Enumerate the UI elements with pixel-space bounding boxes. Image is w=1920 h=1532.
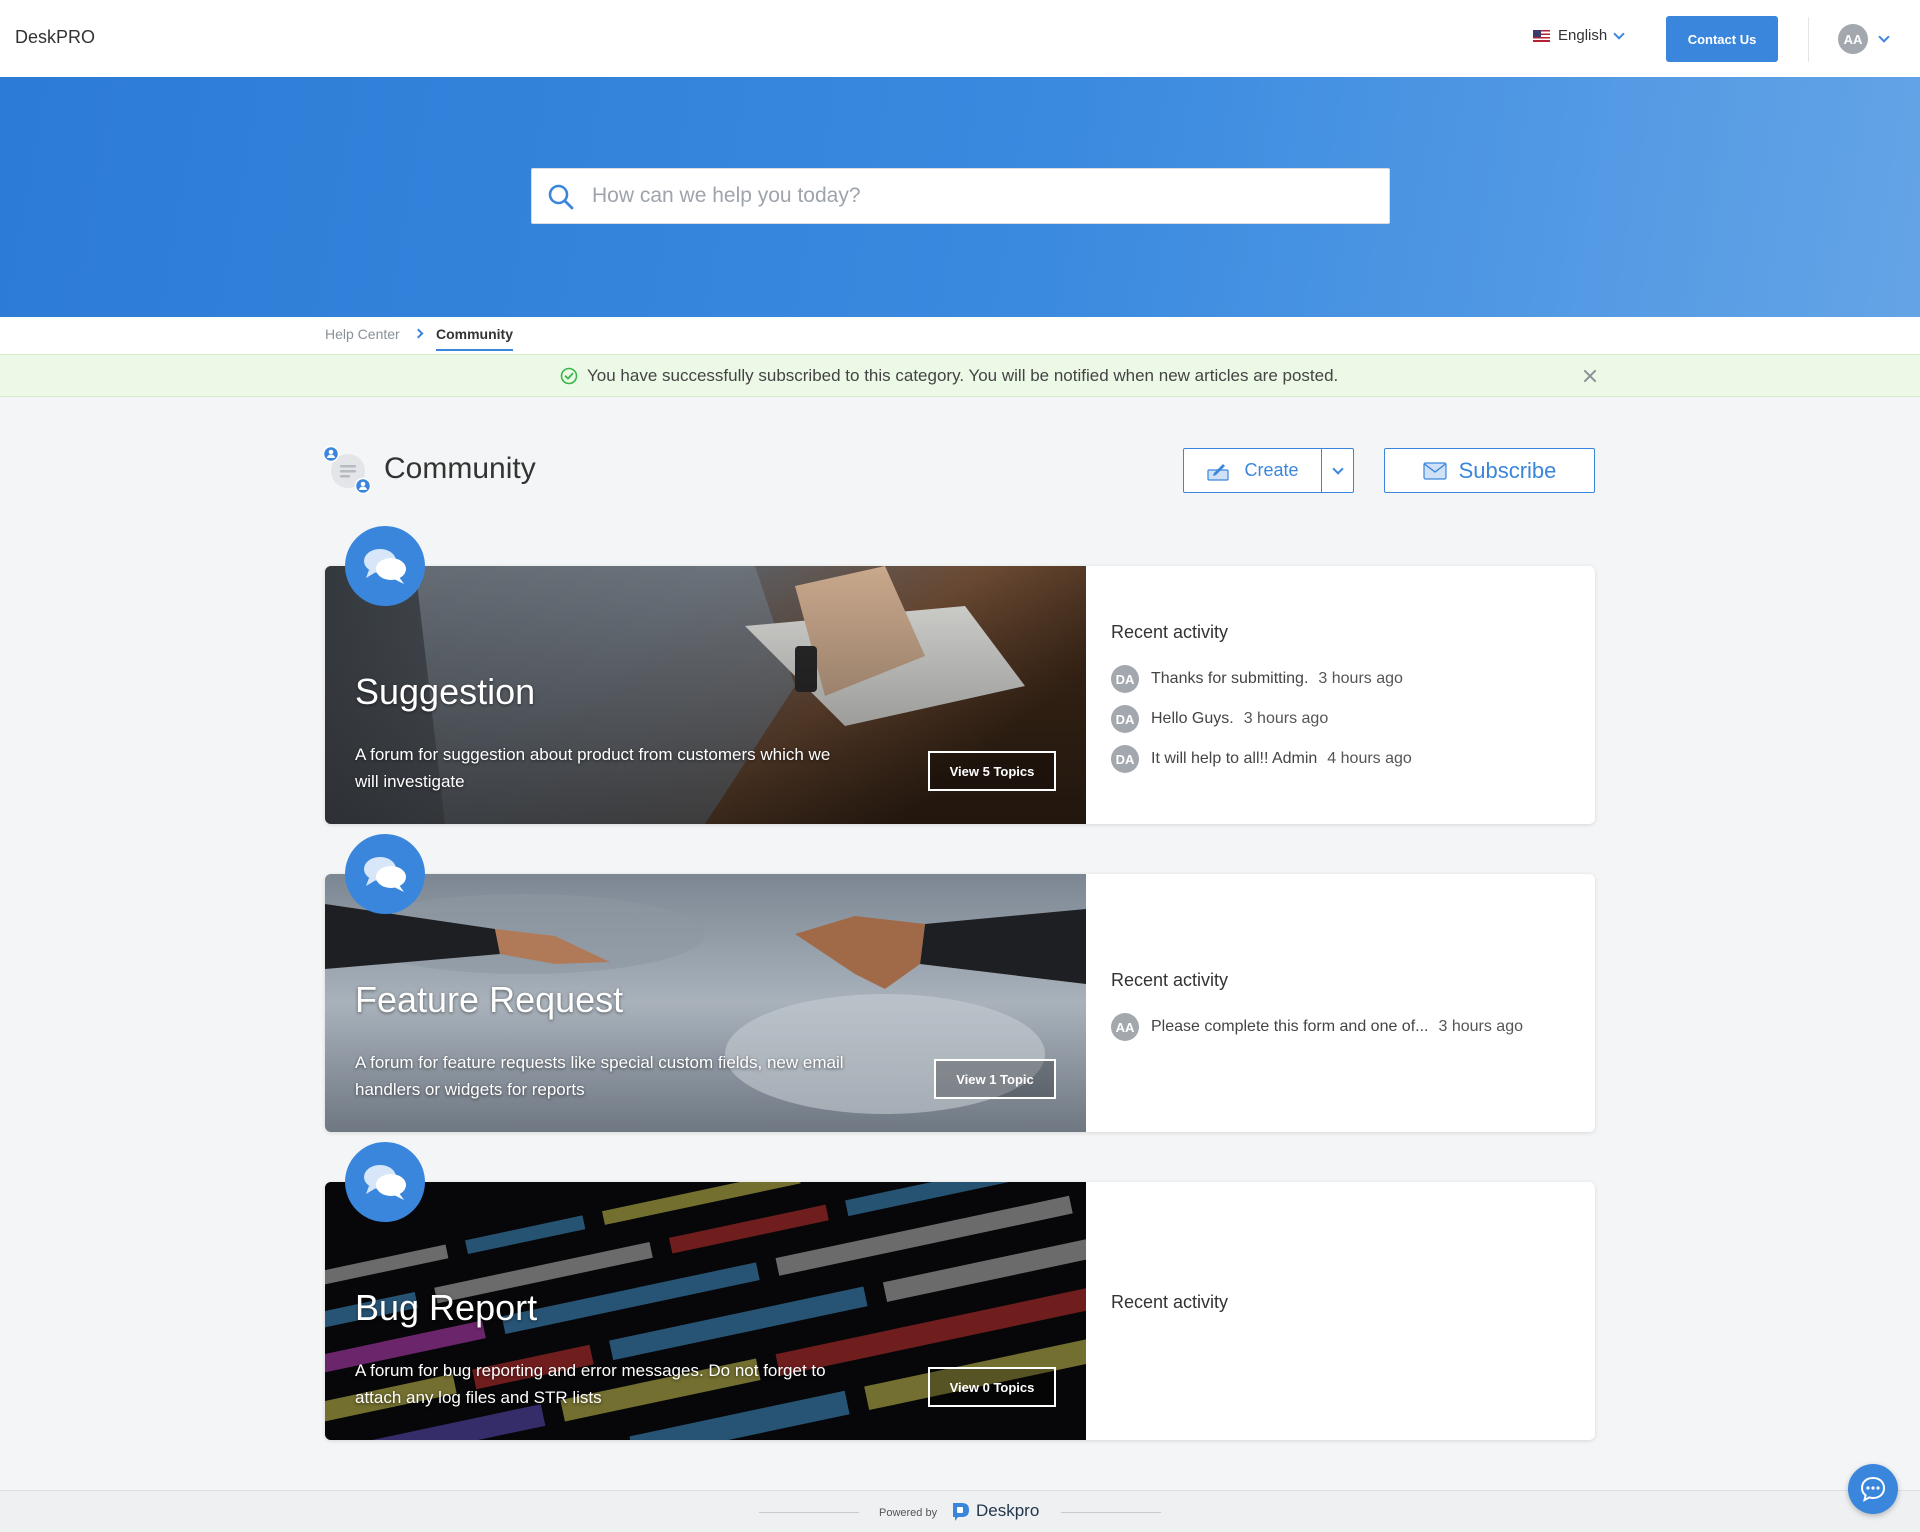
activity-text: Please complete this form and one of... — [1151, 1018, 1429, 1035]
chat-bubbles-icon — [345, 834, 425, 914]
header-divider — [1808, 17, 1809, 62]
view-topics-button[interactable]: View 0 Topics — [928, 1367, 1056, 1407]
us-flag-icon — [1533, 29, 1550, 42]
recent-activity: Recent activity AA Please complete this … — [1111, 970, 1523, 1047]
footer: Powered by Deskpro — [0, 1490, 1920, 1532]
deskpro-logo-icon — [953, 1503, 969, 1521]
community-icon — [322, 445, 372, 495]
search-icon — [548, 184, 574, 210]
check-circle-icon — [560, 367, 578, 385]
chat-bubbles-icon — [345, 1142, 425, 1222]
forum-card-bug-report: Bug Report A forum for bug reporting and… — [325, 1142, 1595, 1440]
forum-title: Feature Request — [355, 979, 624, 1020]
forum-title: Suggestion — [355, 671, 536, 712]
avatar: AA — [1111, 1013, 1139, 1041]
chat-widget-button[interactable] — [1848, 1464, 1898, 1514]
language-label: English — [1558, 27, 1608, 44]
deskpro-logo[interactable]: Deskpro — [950, 1500, 1039, 1522]
breadcrumb: Help Center Community — [0, 317, 1920, 354]
avatar: DA — [1111, 705, 1139, 733]
notice-message: You have successfully subscribed to this… — [587, 366, 1339, 385]
forum-card-feature-request: Feature Request A forum for feature requ… — [325, 834, 1595, 1132]
deskpro-logo-text: Deskpro — [976, 1501, 1040, 1520]
activity-item[interactable]: DA It will help to all!! Admin 4 hours a… — [1111, 739, 1412, 779]
activity-text: Thanks for submitting. — [1151, 670, 1309, 687]
chevron-down-icon — [1613, 27, 1625, 40]
recent-activity: Recent activity DA Thanks for submitting… — [1111, 622, 1412, 779]
page-title: Community — [384, 452, 536, 485]
activity-time: 3 hours ago — [1318, 670, 1403, 687]
recent-activity: Recent activity — [1111, 1292, 1228, 1329]
avatar: DA — [1111, 745, 1139, 773]
create-button[interactable]: Create — [1183, 448, 1354, 493]
contact-us-button[interactable]: Contact Us — [1666, 16, 1778, 62]
search-input[interactable] — [592, 176, 1352, 216]
activity-item[interactable]: AA Please complete this form and one of.… — [1111, 1007, 1523, 1047]
forum-description: A forum for feature requests like specia… — [355, 1053, 844, 1099]
recent-activity-title: Recent activity — [1111, 970, 1229, 990]
activity-time: 4 hours ago — [1327, 750, 1412, 767]
activity-item[interactable]: DA Thanks for submitting. 3 hours ago — [1111, 659, 1412, 699]
language-selector[interactable]: English — [1533, 27, 1625, 44]
view-topics-button[interactable]: View 5 Topics — [928, 751, 1056, 791]
forum-description: A forum for suggestion about product fro… — [355, 745, 831, 791]
forum-description: A forum for bug reporting and error mess… — [355, 1361, 826, 1407]
activity-item[interactable]: DA Hello Guys. 3 hours ago — [1111, 699, 1412, 739]
envelope-icon — [1422, 461, 1447, 480]
forum-card-suggestion: Suggestion A forum for suggestion about … — [325, 526, 1595, 824]
chat-icon — [1860, 1476, 1886, 1502]
close-icon[interactable] — [1582, 368, 1598, 384]
powered-by-label: Powered by — [879, 1507, 938, 1519]
success-notice: You have successfully subscribed to this… — [0, 354, 1920, 397]
subscribe-button[interactable]: Subscribe — [1384, 448, 1595, 493]
hero-banner — [0, 77, 1920, 317]
create-icon — [1207, 463, 1230, 481]
search-bar[interactable] — [531, 168, 1390, 224]
create-dropdown-toggle[interactable] — [1322, 449, 1353, 492]
activity-time: 3 hours ago — [1438, 1018, 1523, 1035]
forum-image: Bug Report A forum for bug reporting and… — [325, 1182, 1086, 1440]
forum-image: Feature Request A forum for feature requ… — [325, 874, 1086, 1132]
recent-activity-title: Recent activity — [1111, 622, 1229, 642]
create-label: Create — [1244, 460, 1299, 480]
chevron-down-icon — [1878, 31, 1890, 43]
recent-activity-title: Recent activity — [1111, 1292, 1229, 1312]
breadcrumb-current[interactable]: Community — [436, 326, 513, 351]
footer-divider — [759, 1512, 859, 1513]
view-topics-button[interactable]: View 1 Topic — [934, 1059, 1056, 1099]
footer-divider — [1061, 1512, 1161, 1513]
top-navbar: DeskPRO English Contact Us AA — [0, 0, 1920, 77]
chevron-right-icon — [413, 328, 424, 339]
forum-image: Suggestion A forum for suggestion about … — [325, 566, 1086, 824]
breadcrumb-home[interactable]: Help Center — [325, 326, 400, 342]
brand-name[interactable]: DeskPRO — [15, 27, 95, 48]
activity-time: 3 hours ago — [1243, 710, 1329, 727]
avatar: DA — [1111, 665, 1139, 693]
subscribe-label: Subscribe — [1458, 457, 1557, 483]
avatar: AA — [1838, 24, 1868, 54]
forum-title: Bug Report — [355, 1287, 538, 1328]
chat-bubbles-icon — [345, 526, 425, 606]
create-main-action[interactable]: Create — [1184, 449, 1322, 492]
activity-text: It will help to all!! Admin — [1151, 750, 1318, 767]
activity-text: Hello Guys. — [1151, 710, 1234, 727]
chevron-down-icon — [1331, 462, 1344, 475]
user-menu[interactable]: AA — [1838, 24, 1890, 54]
